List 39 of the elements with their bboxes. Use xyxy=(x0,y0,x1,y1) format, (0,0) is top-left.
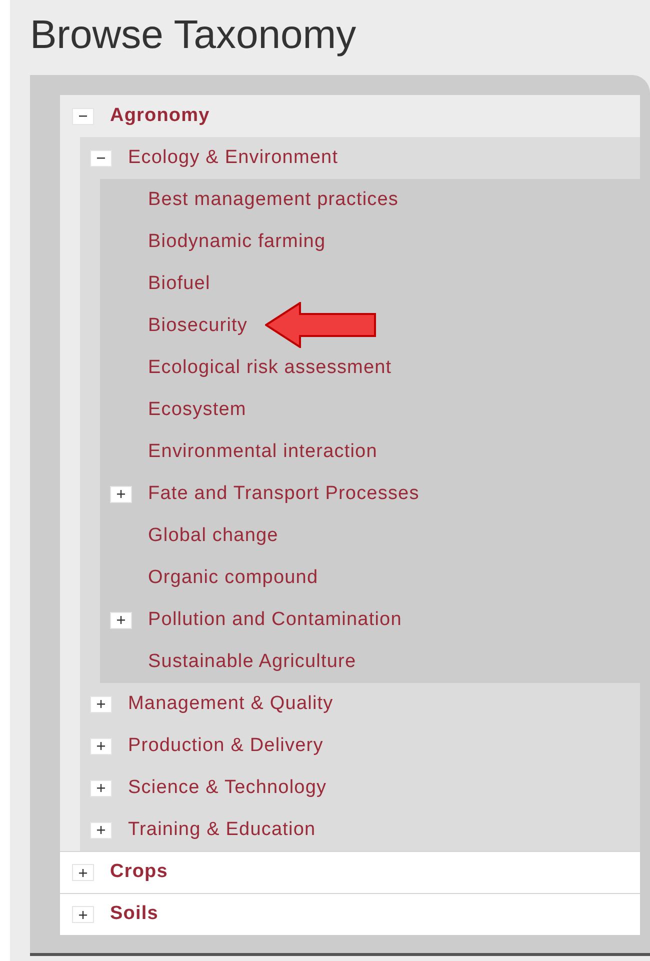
tree-item-link[interactable]: Ecosystem xyxy=(148,396,246,424)
plus-icon xyxy=(78,910,88,920)
tree-item-link[interactable]: Biosecurity xyxy=(148,312,248,340)
tree-item-link[interactable]: Fate and Transport Processes xyxy=(148,480,420,508)
expand-toggle[interactable] xyxy=(90,822,112,838)
tree-item-link[interactable]: Global change xyxy=(148,522,278,550)
expand-toggle[interactable] xyxy=(72,864,94,881)
plus-icon xyxy=(96,741,106,751)
page-title: Browse Taxonomy xyxy=(30,12,358,59)
tree-item-link[interactable]: Soils xyxy=(110,900,158,929)
plus-icon xyxy=(96,825,106,835)
expand-toggle[interactable] xyxy=(110,486,132,502)
tree-item-link[interactable]: Ecology & Environment xyxy=(128,144,338,172)
tree-item-link[interactable]: Production & Delivery xyxy=(128,732,324,760)
collapse-toggle[interactable] xyxy=(72,108,94,124)
plus-icon xyxy=(116,615,126,625)
tree-item-link[interactable]: Organic compound xyxy=(148,564,318,592)
expand-toggle[interactable] xyxy=(90,780,112,796)
tree-item-link[interactable]: Ecological risk assessment xyxy=(148,354,392,382)
plus-icon xyxy=(116,489,126,499)
expand-toggle[interactable] xyxy=(90,738,112,754)
tree-item-link[interactable]: Sustainable Agriculture xyxy=(148,648,356,676)
tree-item-link[interactable]: Biofuel xyxy=(148,270,210,298)
tree-item-link[interactable]: Best management practices xyxy=(148,186,399,214)
tree-item-link[interactable]: Management & Quality xyxy=(128,690,334,718)
tree-item-link[interactable]: Training & Education xyxy=(128,816,316,844)
tree-item-link[interactable]: Biodynamic farming xyxy=(148,228,326,256)
plus-icon xyxy=(96,699,106,709)
plus-icon xyxy=(78,868,88,878)
tree-item-link[interactable]: Agronomy xyxy=(110,102,210,130)
expand-toggle[interactable] xyxy=(90,696,112,712)
collapse-toggle[interactable] xyxy=(90,150,112,166)
tree-item-link[interactable]: Environmental interaction xyxy=(148,438,378,466)
plus-icon xyxy=(96,783,106,793)
tree-item-link[interactable]: Pollution and Contamination xyxy=(148,606,402,634)
expand-toggle[interactable] xyxy=(72,906,94,923)
tree-item-link[interactable]: Crops xyxy=(110,858,168,887)
expand-toggle[interactable] xyxy=(110,612,132,628)
tree-item-link[interactable]: Science & Technology xyxy=(128,774,327,802)
